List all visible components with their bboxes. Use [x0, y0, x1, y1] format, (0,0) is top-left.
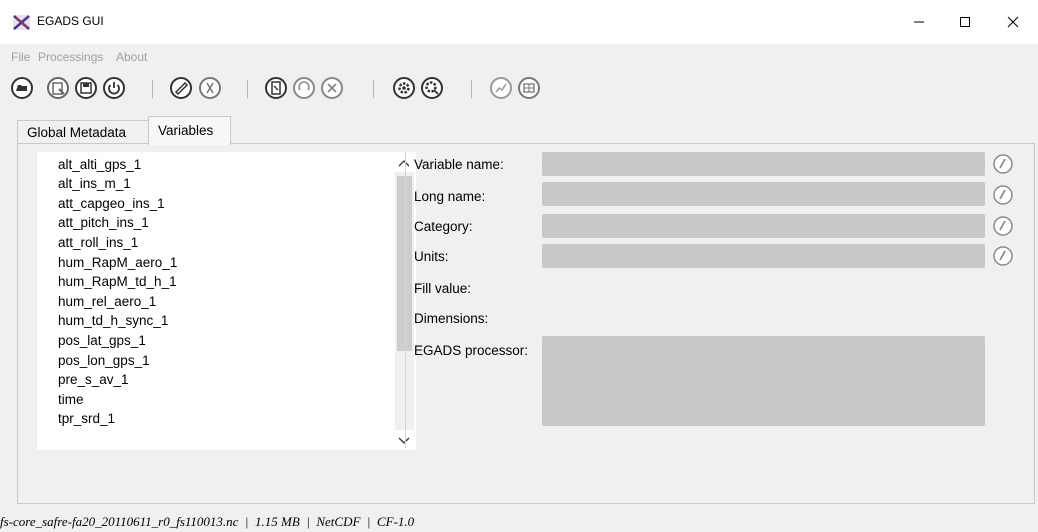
app-logo-icon: [13, 15, 30, 30]
close-file-icon[interactable]: [47, 77, 69, 99]
list-item[interactable]: hum_RapM_td_h_1: [58, 274, 177, 289]
list-item[interactable]: alt_alti_gps_1: [58, 157, 141, 172]
edit-variable-name-icon[interactable]: [992, 153, 1014, 175]
minimize-button[interactable]: [896, 0, 942, 44]
display-icon[interactable]: [265, 77, 287, 99]
process-icon[interactable]: [393, 77, 415, 99]
list-item[interactable]: att_capgeo_ins_1: [58, 196, 165, 211]
list-item[interactable]: tpr_srd_1: [58, 411, 115, 426]
scroll-up-button[interactable]: [395, 154, 413, 172]
list-item[interactable]: att_roll_ins_1: [58, 235, 138, 250]
menu-bar: File Processings About: [0, 44, 1038, 70]
list-item[interactable]: att_pitch_ins_1: [58, 215, 149, 230]
add-item-icon[interactable]: [170, 77, 192, 99]
menu-processings[interactable]: Processings: [38, 50, 103, 64]
menu-about[interactable]: About: [116, 50, 147, 64]
fill-value-label: Fill value:: [414, 281, 472, 296]
long-name-field[interactable]: [542, 182, 985, 206]
save-file-icon[interactable]: [75, 77, 97, 99]
dimensions-label: Dimensions:: [414, 311, 489, 326]
list-item[interactable]: hum_td_h_sync_1: [58, 313, 168, 328]
tab-global-metadata-label: Global Metadata: [27, 125, 127, 140]
undo-icon[interactable]: [293, 77, 315, 99]
panel-divider: [405, 152, 406, 448]
list-item[interactable]: time: [58, 392, 84, 407]
maximize-button[interactable]: [942, 0, 988, 44]
edit-long-name-icon[interactable]: [992, 184, 1014, 206]
toolbar: [0, 70, 1038, 106]
title-bar: EGADS GUI: [0, 0, 1038, 44]
units-label: Units:: [414, 249, 449, 264]
status-text: fs-core_safre-fa20_20110611_r0_fs110013.…: [0, 514, 415, 529]
chevron-down-icon: [398, 437, 410, 444]
status-bar: fs-core_safre-fa20_20110611_r0_fs110013.…: [0, 506, 1038, 532]
window-title: EGADS GUI: [37, 14, 104, 28]
list-item[interactable]: hum_RapM_aero_1: [58, 255, 177, 270]
algorithm-icon[interactable]: [421, 77, 443, 99]
toolbar-separator: [471, 80, 472, 98]
variable-name-label: Variable name:: [414, 157, 504, 172]
long-name-label: Long name:: [414, 189, 486, 204]
tab-global-metadata[interactable]: Global Metadata: [17, 120, 149, 144]
create-file-icon[interactable]: [518, 77, 540, 99]
category-field[interactable]: [542, 214, 985, 238]
toolbar-separator: [373, 80, 374, 98]
plot-icon[interactable]: [490, 77, 512, 99]
list-item[interactable]: alt_ins_m_1: [58, 176, 131, 191]
list-item[interactable]: pos_lon_gps_1: [58, 353, 150, 368]
edit-units-icon[interactable]: [992, 245, 1014, 267]
toolbar-separator: [152, 80, 153, 98]
variables-panel: alt_alti_gps_1 alt_ins_m_1 att_capgeo_in…: [17, 143, 1035, 504]
menu-file[interactable]: File: [11, 50, 30, 64]
chevron-up-icon: [398, 160, 410, 167]
variable-list[interactable]: alt_alti_gps_1 alt_ins_m_1 att_capgeo_in…: [37, 152, 416, 450]
category-label: Category:: [414, 219, 473, 234]
list-item[interactable]: pos_lat_gps_1: [58, 333, 146, 348]
scroll-down-button[interactable]: [395, 432, 413, 450]
cancel-icon[interactable]: [321, 77, 343, 99]
list-item[interactable]: pre_s_av_1: [58, 372, 129, 387]
tab-variables[interactable]: Variables: [148, 116, 231, 145]
egads-processor-field[interactable]: [542, 336, 985, 426]
list-item[interactable]: hum_rel_aero_1: [58, 294, 156, 309]
close-window-button[interactable]: [990, 0, 1036, 44]
delete-item-icon[interactable]: [199, 77, 221, 99]
open-file-icon[interactable]: [11, 77, 33, 99]
units-field[interactable]: [542, 244, 985, 268]
exit-icon[interactable]: [103, 77, 125, 99]
edit-category-icon[interactable]: [992, 215, 1014, 237]
egads-processor-label: EGADS processor:: [414, 343, 529, 358]
tab-variables-label: Variables: [158, 123, 214, 138]
variable-name-field[interactable]: [542, 152, 985, 176]
toolbar-separator: [247, 80, 248, 98]
